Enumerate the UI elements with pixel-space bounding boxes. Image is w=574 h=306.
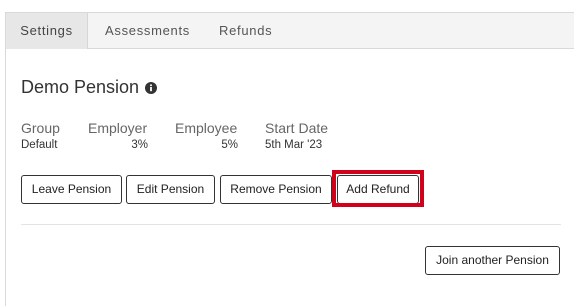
tab-assessments[interactable]: Assessments [105, 13, 190, 49]
tab-refunds[interactable]: Refunds [219, 13, 272, 49]
leave-pension-button[interactable]: Leave Pension [21, 175, 122, 204]
group-column: Group Default [21, 120, 60, 151]
remove-pension-button[interactable]: Remove Pension [220, 175, 332, 204]
start-date-label: Start Date [265, 120, 329, 136]
add-refund-button[interactable]: Add Refund [337, 175, 419, 204]
join-another-pension-button[interactable]: Join another Pension [425, 246, 560, 275]
employee-column: Employee 5% [175, 120, 238, 151]
employer-label: Employer [88, 120, 148, 136]
group-label: Group [21, 120, 60, 136]
tab-bar: Settings Assessments Refunds [6, 13, 574, 49]
employee-value: 5% [221, 139, 238, 151]
start-date-column: Start Date 5th Mar '23 [265, 120, 328, 151]
employer-value: 3% [131, 139, 148, 151]
employer-column: Employer 3% [88, 120, 148, 151]
info-circle-icon[interactable] [145, 81, 158, 94]
pension-title: Demo Pension [21, 76, 140, 97]
divider [21, 224, 561, 225]
pension-title-row: Demo Pension [21, 76, 158, 98]
employee-label: Employee [175, 120, 238, 136]
group-value: Default [21, 139, 58, 151]
pension-panel: Settings Assessments Refunds Demo Pensio… [5, 12, 574, 306]
edit-pension-button[interactable]: Edit Pension [126, 175, 215, 204]
tab-settings[interactable]: Settings [6, 13, 88, 49]
start-date-value: 5th Mar '23 [265, 139, 323, 151]
